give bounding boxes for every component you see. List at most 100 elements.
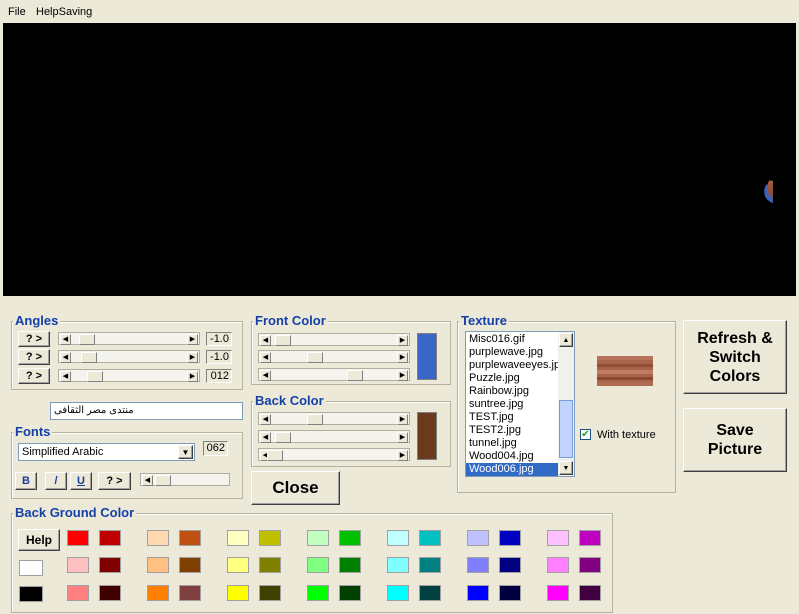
texture-list-item[interactable]: suntree.jpg <box>466 398 558 411</box>
arrow-left-icon[interactable]: ◀ <box>260 370 271 381</box>
background-color-swatch[interactable] <box>147 585 169 601</box>
arrow-right-icon[interactable]: ▶ <box>187 334 198 345</box>
back-color-1-slider[interactable]: ◀ ▶ <box>258 412 410 425</box>
underline-button[interactable]: U <box>70 472 92 490</box>
background-color-swatch[interactable] <box>227 530 249 546</box>
background-color-swatch[interactable] <box>419 530 441 546</box>
menu-file[interactable]: File <box>8 6 26 18</box>
background-color-swatch[interactable] <box>307 557 329 573</box>
arrow-left-icon[interactable]: ◀ <box>260 335 271 346</box>
arrow-left-icon[interactable]: ◀ <box>60 352 71 363</box>
angle-button-1[interactable]: ? > <box>18 331 50 347</box>
arrow-left-icon[interactable]: ◀ <box>260 432 271 443</box>
background-color-swatch[interactable] <box>99 585 121 601</box>
background-color-swatch[interactable] <box>179 585 201 601</box>
background-color-swatch[interactable] <box>67 585 89 601</box>
texture-list-item[interactable]: purplewaveeyes.jpg <box>466 359 566 372</box>
background-color-swatch[interactable] <box>227 585 249 601</box>
background-color-swatch[interactable] <box>179 557 201 573</box>
background-color-swatch[interactable] <box>579 557 601 573</box>
slider-thumb[interactable] <box>155 475 171 486</box>
front-color-3-slider[interactable]: ◀ ▶ <box>258 368 410 381</box>
arrow-left-icon[interactable]: ◀ <box>60 334 71 345</box>
arrow-right-icon[interactable]: ▶ <box>397 450 408 461</box>
texture-list-item[interactable]: Misc016.gif <box>466 333 558 346</box>
background-color-swatch[interactable] <box>499 585 521 601</box>
texture-list[interactable]: Misc016.gif purplewave.jpg purplewaveeyes.… <box>465 331 575 477</box>
back-color-3-slider[interactable]: ◀ ▶ <box>258 448 410 461</box>
close-button[interactable]: Close <box>251 471 340 505</box>
background-color-swatch[interactable] <box>307 585 329 601</box>
back-color-swatch[interactable] <box>417 412 437 460</box>
angle-3-slider[interactable]: ◀ ▶ <box>58 369 200 382</box>
slider-thumb[interactable] <box>267 450 283 461</box>
background-color-swatch[interactable] <box>547 557 569 573</box>
front-color-1-slider[interactable]: ◀ ▶ <box>258 333 410 346</box>
arrow-right-icon[interactable]: ▶ <box>397 370 408 381</box>
bold-button[interactable]: B <box>15 472 37 490</box>
angle-1-slider[interactable]: ◀ ▶ <box>58 332 200 345</box>
background-color-swatch[interactable] <box>499 557 521 573</box>
background-color-swatch[interactable] <box>19 586 43 602</box>
font-select[interactable]: Simplified Arabic ▼ <box>18 443 195 461</box>
help-button[interactable]: Help <box>18 529 60 551</box>
background-color-swatch[interactable] <box>467 585 489 601</box>
front-color-2-slider[interactable]: ◀ ▶ <box>258 350 410 363</box>
menu-help-saving[interactable]: HelpSaving <box>36 6 92 18</box>
back-color-2-slider[interactable]: ◀ ▶ <box>258 430 410 443</box>
background-color-swatch[interactable] <box>387 530 409 546</box>
background-color-swatch[interactable] <box>579 530 601 546</box>
background-color-swatch[interactable] <box>387 585 409 601</box>
texture-list-item[interactable]: Puzzle.jpg <box>466 372 558 385</box>
background-color-swatch[interactable] <box>387 557 409 573</box>
arrow-right-icon[interactable]: ▶ <box>397 432 408 443</box>
texture-list-item[interactable]: TEST2.jpg <box>466 424 558 437</box>
angle-2-slider[interactable]: ◀ ▶ <box>58 350 200 363</box>
scroll-thumb[interactable] <box>559 400 573 458</box>
angle-button-2[interactable]: ? > <box>18 349 50 365</box>
arrow-right-icon[interactable]: ▶ <box>397 335 408 346</box>
texture-list-item[interactable]: tunnel.jpg <box>466 437 558 450</box>
background-color-swatch[interactable] <box>339 585 361 601</box>
background-color-swatch[interactable] <box>339 530 361 546</box>
slider-thumb[interactable] <box>79 334 95 345</box>
slider-thumb[interactable] <box>81 352 97 363</box>
chevron-down-icon[interactable]: ▼ <box>178 445 193 459</box>
arrow-right-icon[interactable]: ▶ <box>397 414 408 425</box>
front-color-swatch[interactable] <box>417 333 437 380</box>
background-color-swatch[interactable] <box>67 557 89 573</box>
background-color-swatch[interactable] <box>579 585 601 601</box>
arrow-right-icon[interactable]: ▶ <box>187 371 198 382</box>
background-color-swatch[interactable] <box>419 557 441 573</box>
background-color-swatch[interactable] <box>467 557 489 573</box>
texture-list-item[interactable]: purplewave.jpg <box>466 346 558 359</box>
background-color-swatch[interactable] <box>67 530 89 546</box>
texture-scrollbar[interactable]: ▲ ▼ <box>558 332 574 476</box>
background-color-swatch[interactable] <box>419 585 441 601</box>
background-color-swatch[interactable] <box>259 530 281 546</box>
background-color-swatch[interactable] <box>259 557 281 573</box>
text-input[interactable]: منتدى مصر الثقافى <box>50 402 243 420</box>
texture-list-item[interactable]: Wood006.jpg <box>466 463 558 476</box>
arrow-right-icon[interactable]: ▶ <box>397 352 408 363</box>
texture-list-item[interactable]: TEST.jpg <box>466 411 558 424</box>
texture-list-item[interactable]: Rainbow.jpg <box>466 385 558 398</box>
arrow-left-icon[interactable]: ◀ <box>142 475 153 486</box>
slider-thumb[interactable] <box>307 352 323 363</box>
arrow-left-icon[interactable]: ◀ <box>260 352 271 363</box>
arrow-right-icon[interactable]: ▶ <box>187 352 198 363</box>
background-color-swatch[interactable] <box>259 585 281 601</box>
font-slider[interactable]: ◀ <box>140 473 230 486</box>
background-color-swatch[interactable] <box>499 530 521 546</box>
background-color-swatch[interactable] <box>147 530 169 546</box>
arrow-left-icon[interactable]: ◀ <box>60 371 71 382</box>
background-color-swatch[interactable] <box>99 530 121 546</box>
slider-thumb[interactable] <box>307 414 323 425</box>
slider-thumb[interactable] <box>275 432 291 443</box>
slider-thumb[interactable] <box>275 335 291 346</box>
background-color-swatch[interactable] <box>179 530 201 546</box>
background-color-swatch[interactable] <box>307 530 329 546</box>
with-texture-checkbox[interactable]: ✔ <box>580 429 591 440</box>
background-color-swatch[interactable] <box>99 557 121 573</box>
background-color-swatch[interactable] <box>227 557 249 573</box>
